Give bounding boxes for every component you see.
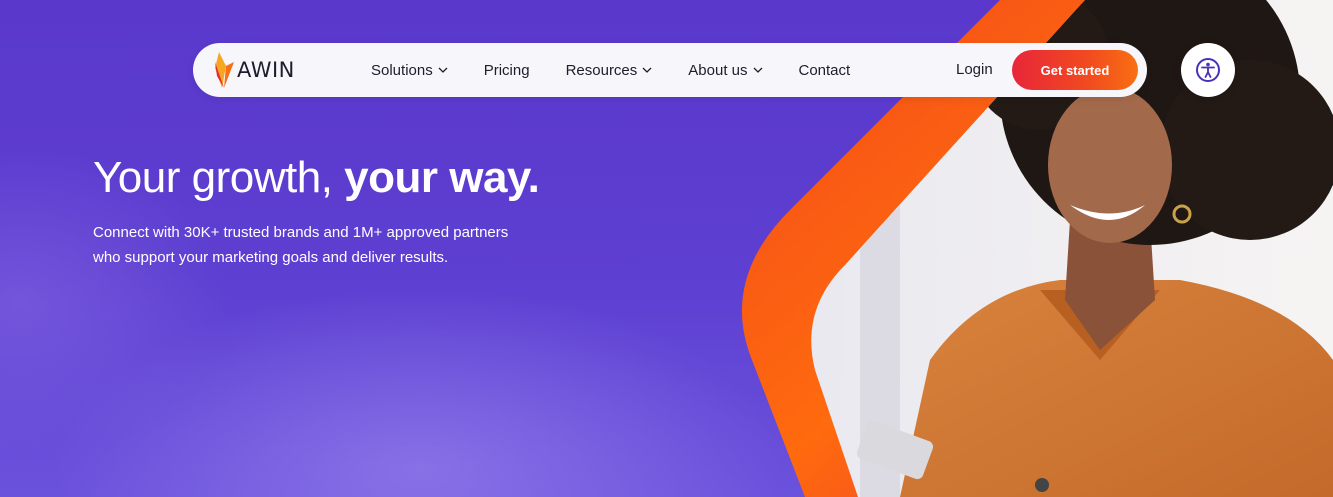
brand-name: AWIN — [237, 58, 295, 82]
accessibility-button[interactable] — [1181, 43, 1235, 97]
get-started-button[interactable]: Get started — [1012, 50, 1138, 90]
nav-item-about-us[interactable]: About us — [688, 62, 762, 79]
nav-item-contact[interactable]: Contact — [799, 62, 851, 79]
nav-item-resources[interactable]: Resources — [566, 62, 653, 79]
hero-subtitle-line2: who support your marketing goals and del… — [93, 249, 449, 266]
accessibility-icon — [1196, 58, 1220, 82]
chevron-down-icon — [753, 67, 762, 73]
nav-item-label: Solutions — [371, 61, 433, 79]
hero-subtitle: Connect with 30K+ trusted brands and 1M+… — [93, 220, 553, 270]
chevron-down-icon — [642, 67, 652, 73]
nav-item-label: About us — [688, 61, 748, 79]
nav-links: Solutions Pricing Resources About us Con… — [371, 43, 886, 97]
awin-logo[interactable]: AWIN — [213, 52, 295, 88]
nav-item-label: Pricing — [483, 61, 530, 79]
hero-title-regular: Your growth, — [93, 153, 345, 202]
hero-subtitle-line1: Connect with 30K+ trusted brands and 1M+… — [93, 224, 509, 241]
chevron-down-icon — [438, 67, 448, 73]
login-link[interactable]: Login — [956, 43, 993, 97]
nav-item-solutions[interactable]: Solutions — [371, 62, 448, 79]
top-navigation-bar: AWIN Solutions Pricing Resources About u… — [193, 43, 1147, 97]
awin-flame-icon — [215, 52, 234, 88]
nav-item-label: Resources — [565, 61, 638, 79]
nav-item-pricing[interactable]: Pricing — [484, 62, 530, 79]
hero-title-bold: your way. — [344, 153, 540, 202]
nav-item-label: Contact — [798, 61, 851, 79]
hero-title: Your growth, your way. — [93, 153, 540, 203]
